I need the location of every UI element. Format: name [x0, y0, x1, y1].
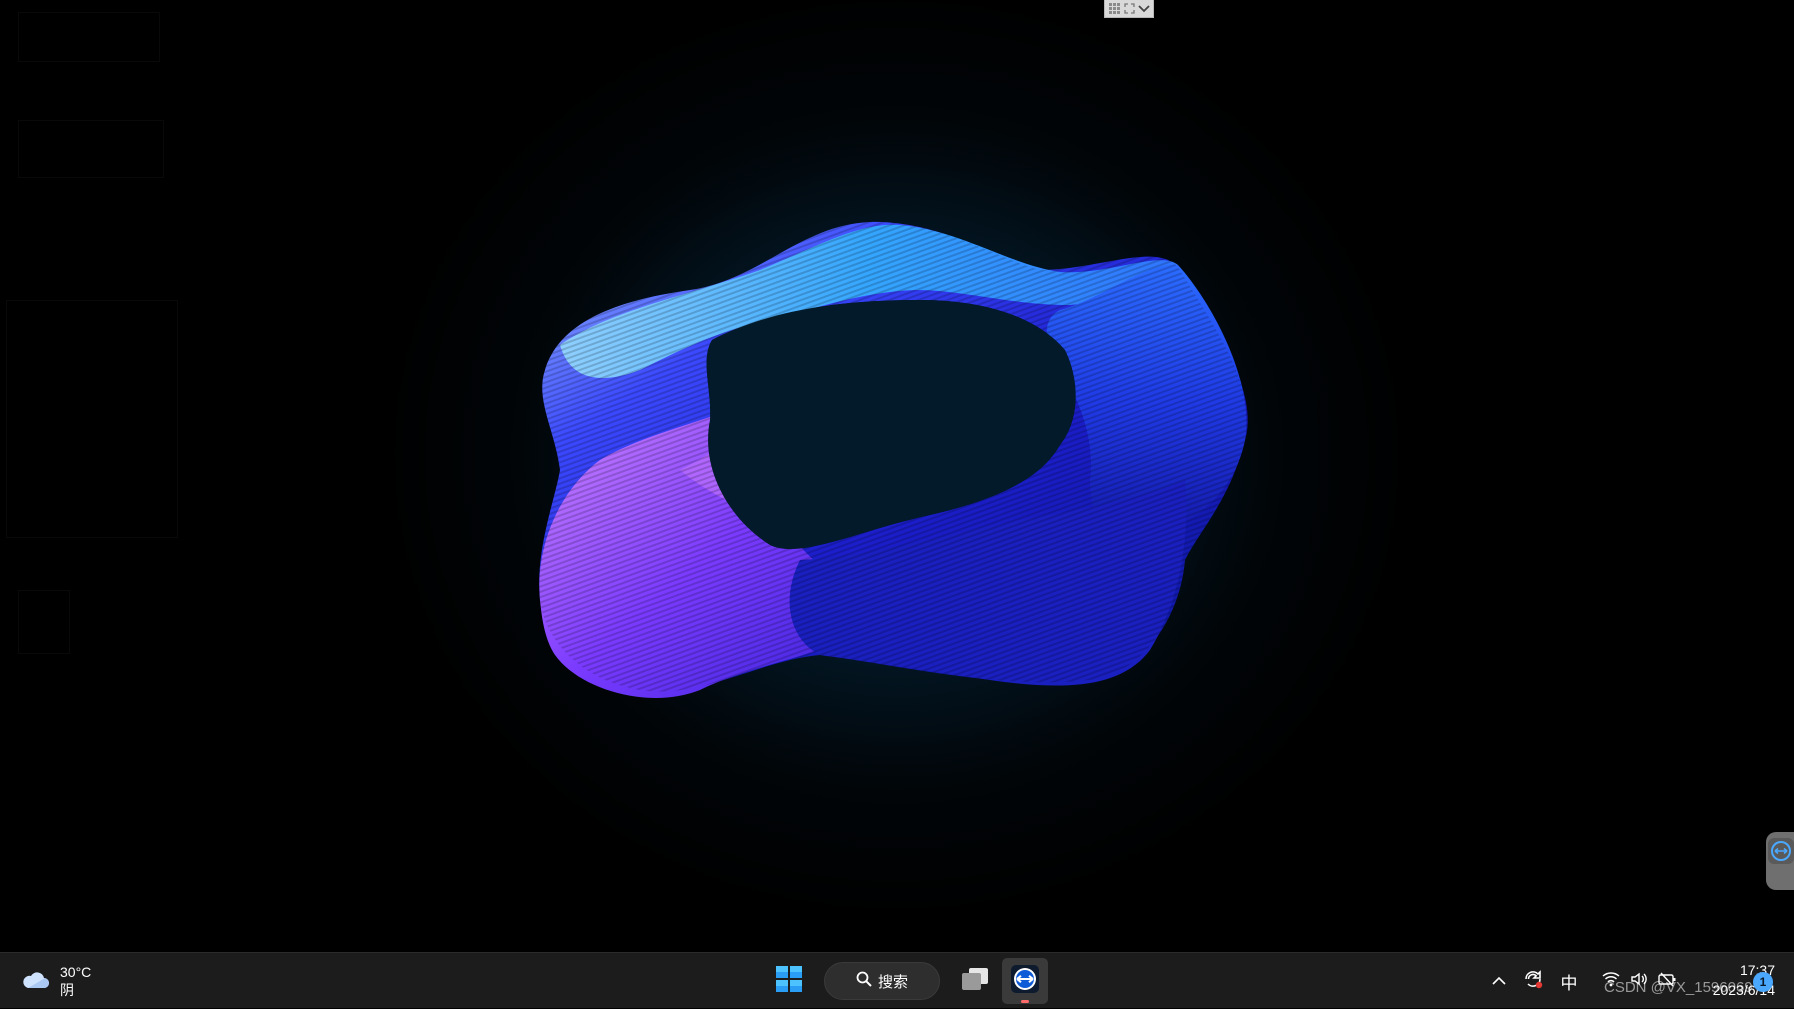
weather-temperature: 30°C [60, 964, 92, 980]
sync-status-button[interactable] [1516, 965, 1550, 997]
wallpaper-ribbon [477, 95, 1317, 815]
watermark-text: CSDN @VX_1596069 [1604, 979, 1753, 996]
task-view-button[interactable] [952, 958, 998, 1004]
ime-indicator[interactable]: 中 [1552, 965, 1586, 997]
weather-condition: 阴 [60, 982, 74, 998]
notification-badge[interactable]: 1 [1753, 972, 1773, 992]
search-label: 搜索 [877, 973, 908, 991]
search-button[interactable]: 搜索 [824, 962, 940, 1000]
grid-icon[interactable] [1108, 2, 1121, 15]
windows-logo-icon [776, 965, 802, 997]
taskbar-center: 搜索 [766, 958, 1048, 1004]
start-button[interactable] [766, 958, 812, 1004]
ime-label: 中 [1560, 973, 1578, 993]
chevron-down-icon[interactable] [1137, 2, 1150, 15]
show-hidden-icons-button[interactable] [1488, 965, 1510, 997]
teamviewer-side-tab[interactable] [1766, 832, 1794, 890]
taskbar: 30°C 阴 搜索 中 17:37 2023/6/14 CSDN @VX_159… [0, 952, 1794, 1008]
teamviewer-icon [1011, 964, 1039, 998]
remote-session-toolbar[interactable] [1104, 0, 1154, 18]
sync-icon [1523, 969, 1543, 994]
chevron-up-icon [1492, 971, 1506, 991]
fullscreen-icon[interactable] [1123, 2, 1136, 15]
cloud-icon [20, 968, 50, 995]
teamviewer-app-button[interactable] [1002, 958, 1048, 1004]
desktop[interactable] [0, 0, 1794, 952]
weather-widget[interactable]: 30°C 阴 [20, 963, 91, 999]
search-icon [856, 971, 872, 991]
teamviewer-icon [1768, 838, 1794, 864]
running-indicator [1021, 1000, 1029, 1003]
task-view-icon [961, 967, 989, 996]
